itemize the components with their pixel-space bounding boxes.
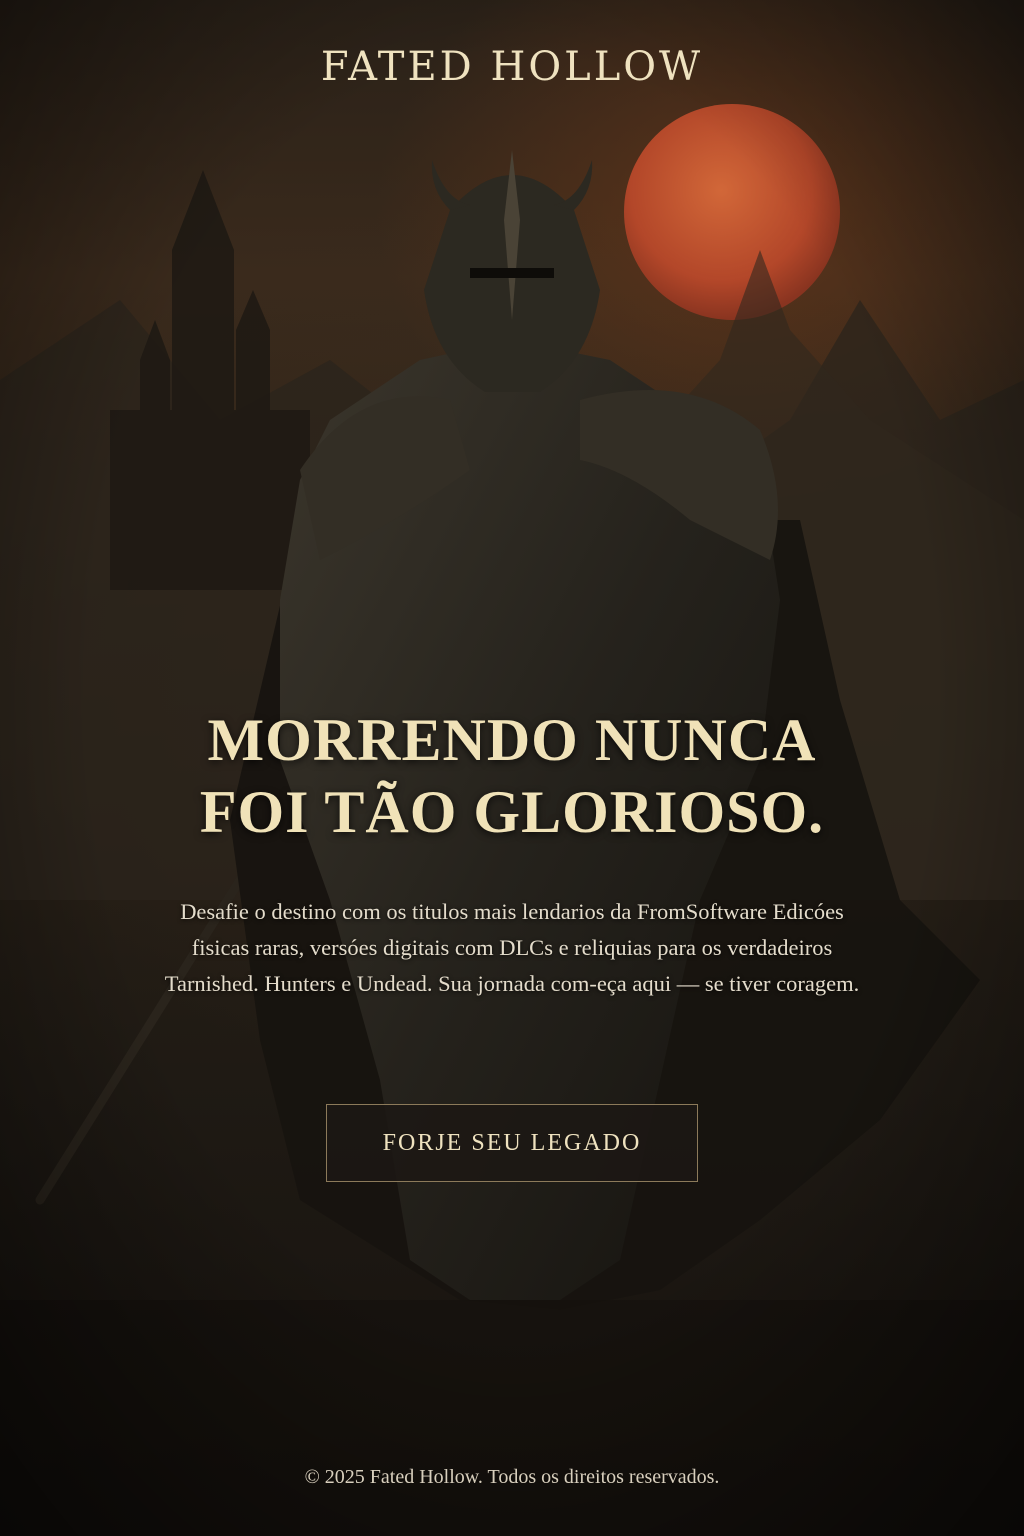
brand-logo[interactable]: FATED HOLLOW bbox=[0, 44, 1024, 90]
hero-headline: MORRENDO NUNCA FOI TÃO GLORIOSO. bbox=[60, 704, 964, 848]
forge-legacy-button[interactable]: FORJE SEU LEGADO bbox=[326, 1104, 698, 1182]
footer-copyright: © 2025 Fated Hollow. Todos os direitos r… bbox=[304, 1466, 720, 1488]
headline-line-2: FOI TÃO GLORIOSO. bbox=[199, 779, 825, 845]
headline-line-1: MORRENDO NUNCA bbox=[207, 707, 817, 773]
hero-description: Desafie o destino com os titulos mais le… bbox=[164, 899, 860, 996]
landing-page: FATED HOLLOW MORRENDO NUNCA FOI TÃO GLOR… bbox=[0, 0, 1024, 1536]
